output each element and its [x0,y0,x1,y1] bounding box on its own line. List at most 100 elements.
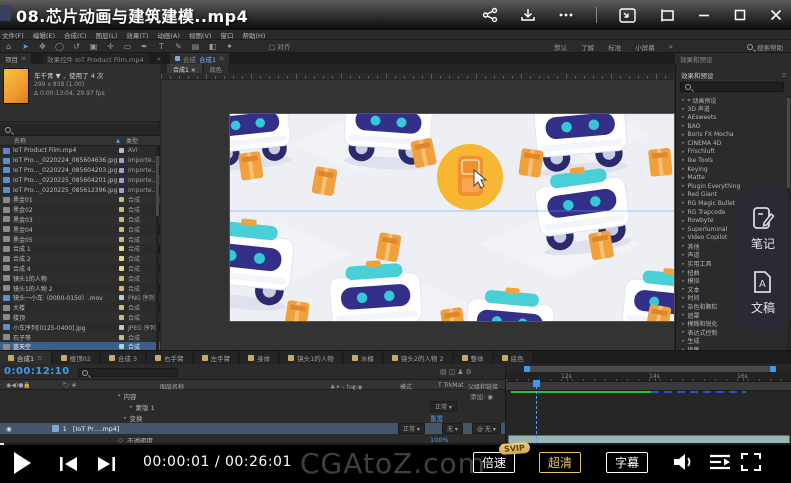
twirl-icon[interactable]: ▸ [682,106,685,112]
play-button[interactable] [14,452,31,474]
viewer-tab-secondary[interactable]: 底色 [204,64,228,73]
twirl-icon[interactable]: ▸ [682,192,685,198]
project-item[interactable]: 合成 2 合成 [0,254,160,264]
twirl-icon[interactable]: ▸ [682,200,685,206]
camera-tool[interactable]: ▣ [88,42,99,51]
notes-button[interactable]: 笔记 [750,205,776,252]
workspace-tab[interactable]: 标准 [608,42,621,52]
effects-category[interactable]: ▸BAO [676,122,788,131]
timeline-graph[interactable]: 12s 14s 16s [505,364,791,444]
twirl-icon[interactable]: ▸ [682,166,685,172]
twirl-icon[interactable]: ▸ [682,252,685,258]
more-panels-chevron[interactable]: » [152,53,166,64]
timeline-comp-tab[interactable]: 底色 [494,351,532,364]
twirl-icon[interactable]: ▸ [682,183,685,189]
footage-name[interactable]: 车千青 ▼ [34,72,61,80]
workspace-tab[interactable]: 了解 [581,42,594,52]
label-swatch[interactable] [119,227,124,232]
label-swatch[interactable] [119,148,124,153]
label-swatch[interactable] [119,286,124,291]
project-item[interactable]: IoT Product Film.mp4 AVI [0,146,160,156]
twirl-icon[interactable]: ▸ [682,304,685,310]
label-swatch[interactable] [119,168,124,173]
twirl-icon[interactable]: ▸ [682,175,685,181]
twirl-icon[interactable]: ▸ [682,295,685,301]
menu-item[interactable]: 文件(F) [2,30,24,40]
effects-category[interactable]: ▸Ike Tools [676,156,788,165]
project-item[interactable]: 合成 4 合成 [0,264,160,274]
menu-item[interactable]: 合成(C) [64,30,87,40]
timeline-comp-tab[interactable]: 合成1≡ [0,351,51,364]
layer-mode-dropdown[interactable]: 正常 ▾ [398,423,425,434]
project-item[interactable]: 黑金02 合成 [0,205,160,215]
share-icon[interactable] [482,7,498,23]
project-item[interactable]: 楼顶 合成 [0,313,160,323]
project-item[interactable]: IoT Pro..._0220224_085604203.jpg Importe… [0,166,160,176]
menu-item[interactable]: 图层(L) [96,30,118,40]
project-item[interactable]: 石子等 合成 [0,332,160,342]
quality-button[interactable]: 超清 [539,452,581,473]
effects-category[interactable]: ▸Boris FX Mocha [676,130,788,139]
mask-mode-dropdown[interactable]: 正常 ▾ [430,401,457,412]
viewer-canvas[interactable] [161,80,674,366]
project-item[interactable]: 合成 1 合成 [0,244,160,254]
speed-button[interactable]: 倍速 [473,452,515,473]
effects-category[interactable]: ▸生成 [676,337,788,346]
playlist-icon[interactable] [708,452,732,472]
label-swatch[interactable] [119,246,124,251]
label-swatch[interactable] [119,256,124,261]
twirl-icon[interactable]: ▸ [682,149,685,155]
twirl-icon[interactable]: ▸ [682,321,685,327]
project-item[interactable]: IoT Pro..._0220225_085604201.jpg Importe… [0,175,160,185]
label-swatch[interactable] [119,276,124,281]
twirl-icon[interactable]: ▸ [682,278,685,284]
hand-tool[interactable]: ✥ [37,42,48,51]
project-scrollbar[interactable] [156,146,159,380]
home-tool[interactable]: ⌂ [3,42,14,51]
label-swatch[interactable] [119,217,124,222]
effects-category[interactable]: ▸3D 声道 [676,105,788,114]
menu-item[interactable]: 编辑(E) [33,30,55,40]
volume-icon[interactable] [672,452,696,472]
twirl-icon[interactable]: ▸ [682,114,685,120]
snap-toggle[interactable]: □ 对齐 [269,41,290,51]
pen-tool[interactable]: ✒ [139,42,150,51]
brush-tool[interactable]: ✎ [173,42,184,51]
twirl-icon[interactable]: ▸ [682,157,685,163]
twirl-icon[interactable]: ▸ [682,218,685,224]
timeline-comp-tab[interactable]: 镜头1的人物 [280,351,342,364]
twirl-icon[interactable]: ▸ [682,261,685,267]
project-item[interactable]: 黑金05 合成 [0,234,160,244]
workspace-overflow-chevron[interactable]: » [669,43,673,51]
shape-tool[interactable]: ▭ [122,42,133,51]
twirl-icon[interactable]: ▸ [682,338,685,344]
effects-category[interactable]: ▸Frischluft [676,148,788,157]
timeline-comp-tab[interactable]: 镜头2的人物 2 [384,351,452,364]
twirl-icon[interactable]: ▸ [682,286,685,292]
timeline-comp-tab[interactable]: 身体 [240,351,278,364]
twirl-icon[interactable]: ▸ [682,123,685,129]
tab-project[interactable]: 项目≡ [0,53,31,64]
mini-player-icon[interactable] [619,8,636,23]
twirl-icon[interactable]: ▸ [682,140,685,146]
timeline-row-contents[interactable]: ▾ 内容 添加: ◉ [0,390,505,401]
pan-behind-tool[interactable]: ✛ [105,42,116,51]
subtitle-button[interactable]: 字幕 [606,452,648,473]
twirl-icon[interactable]: ▸ [682,235,685,241]
label-swatch[interactable] [119,344,124,349]
menu-item[interactable]: 效果(T) [126,30,148,40]
effects-category[interactable]: ▸Keying [676,165,788,174]
twirl-icon[interactable]: ▸ [682,243,685,249]
twirl-icon[interactable]: ▸ [682,329,685,335]
twirl-icon[interactable]: ▸ [682,312,685,318]
label-swatch[interactable] [119,266,124,271]
effects-category[interactable]: ▸AEsweets [676,113,788,122]
timeline-layer-row[interactable]: ◉ 1 [IoT Pr….mp4] 正常 ▾ 无 ▾ @ 无 ▾ [0,423,505,434]
twirl-icon[interactable]: ▸ [682,269,685,275]
fullscreen-icon[interactable] [740,452,762,472]
project-item[interactable]: 小车序列[0125-0400].jpg JPEG 序列 [0,322,160,332]
project-item[interactable]: 镜头1的人物 2 合成 [0,283,160,293]
timeline-comp-tab[interactable]: 合成 3 [101,351,145,364]
next-button[interactable] [95,455,117,473]
label-swatch[interactable] [119,335,124,340]
